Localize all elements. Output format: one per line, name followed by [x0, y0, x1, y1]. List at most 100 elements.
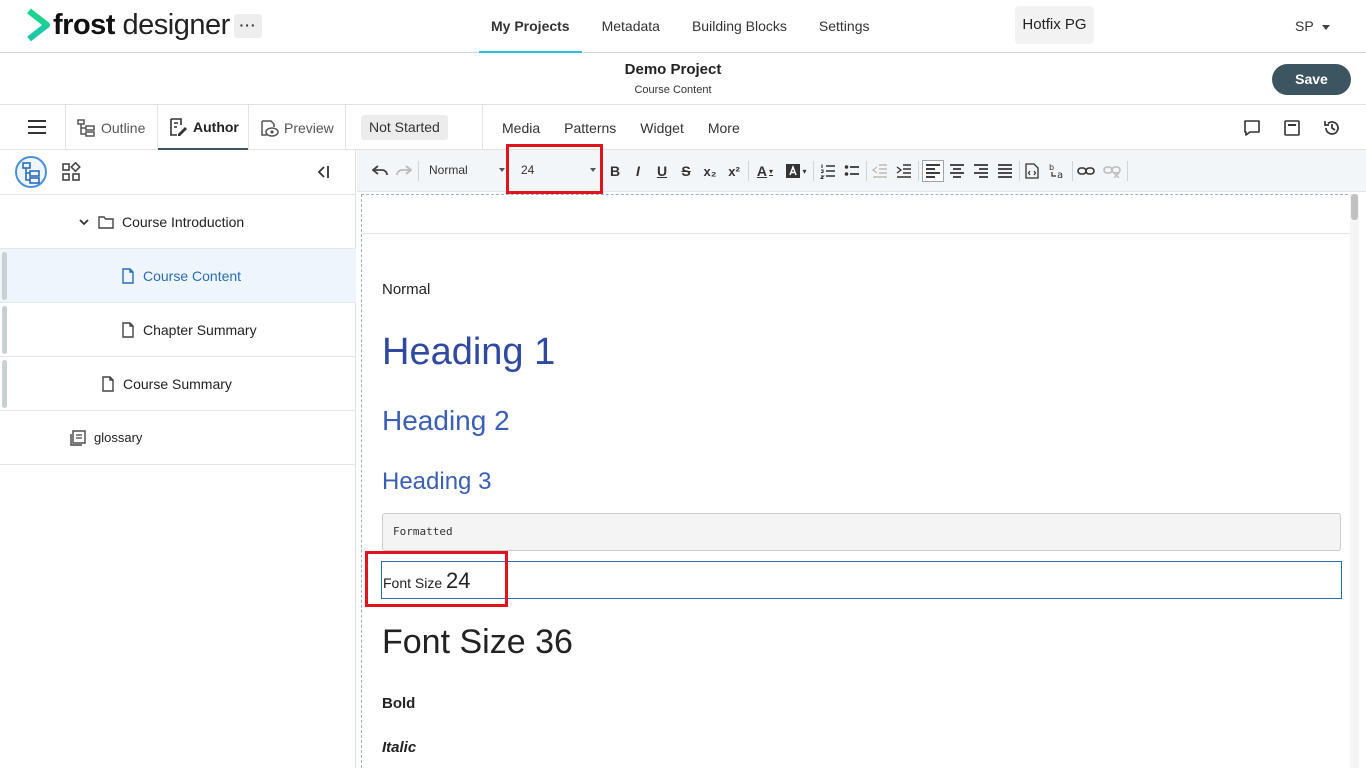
tree-item-glossary[interactable]: glossary — [0, 411, 356, 465]
editor-scrollbar[interactable] — [1350, 194, 1359, 768]
hamburger-menu-icon[interactable] — [28, 120, 46, 134]
blocks-view-icon[interactable] — [61, 161, 81, 182]
mode-bar: Outline Author Preview Not Started Media… — [0, 105, 1366, 150]
background-color-button[interactable]: ▾ — [783, 160, 809, 182]
tree-item-label: Chapter Summary — [143, 321, 257, 338]
paragraph-style-value: Normal — [429, 163, 468, 177]
top-navigation-bar: frost designer ··· My Projects Metadata … — [0, 0, 1366, 53]
nav-building-blocks[interactable]: Building Blocks — [680, 0, 799, 53]
brand-name: frost designer — [53, 9, 230, 41]
workspace-selector[interactable]: Hotfix PG — [1015, 6, 1094, 44]
menu-more[interactable]: More — [696, 105, 752, 150]
left-panel-header — [0, 150, 356, 195]
font-size-24-paragraph[interactable]: Font Size 24 — [381, 561, 1342, 599]
page-icon — [102, 375, 114, 392]
chevron-down-icon[interactable] — [78, 216, 90, 228]
nav-my-projects[interactable]: My Projects — [479, 0, 582, 53]
menu-widget[interactable]: Widget — [628, 105, 696, 150]
save-button[interactable]: Save — [1272, 64, 1351, 95]
highlight-color-icon — [786, 164, 801, 178]
comment-icon[interactable] — [1242, 118, 1262, 138]
divider — [65, 105, 66, 150]
more-options-button[interactable]: ··· — [234, 14, 262, 38]
strikethrough-button[interactable]: S — [678, 160, 694, 182]
numbered-list-icon[interactable] — [819, 160, 837, 182]
scrollbar-thumb[interactable] — [1351, 194, 1358, 220]
tree-item-label: Course Content — [143, 267, 242, 284]
tree-item-label: glossary — [94, 430, 143, 445]
toolbar-divider — [918, 161, 919, 181]
edit-document-icon — [170, 117, 187, 136]
unlink-icon[interactable] — [1102, 160, 1122, 182]
divider — [345, 105, 346, 150]
tree-item-chapter-summary[interactable]: Chapter Summary — [0, 303, 356, 357]
formatted-block[interactable]: Formatted — [382, 513, 1341, 551]
align-center-icon[interactable] — [948, 160, 966, 182]
tab-author[interactable]: Author — [158, 105, 248, 150]
font-color-button[interactable]: A ▾ — [753, 160, 777, 182]
tab-preview-label: Preview — [284, 119, 334, 136]
drag-handle[interactable] — [2, 306, 7, 354]
align-right-icon[interactable] — [972, 160, 990, 182]
toolbar-divider — [748, 161, 749, 181]
user-menu[interactable]: SP — [1295, 18, 1330, 34]
highlight-box-font-size-text — [365, 551, 508, 607]
undo-icon[interactable] — [371, 160, 389, 182]
toolbar-divider — [866, 161, 867, 181]
notes-panel-icon[interactable] — [1282, 118, 1302, 138]
frost-designer-logo[interactable]: frost designer — [27, 6, 230, 44]
subscript-button[interactable]: x₂ — [701, 160, 719, 182]
chevron-logo-icon — [27, 9, 50, 41]
tab-preview[interactable]: Preview — [259, 105, 334, 150]
source-code-icon[interactable] — [1023, 160, 1041, 182]
font-size-36-paragraph[interactable]: Font Size 36 — [382, 623, 573, 662]
tree-view-button[interactable] — [15, 156, 47, 188]
project-subtitle: Course Content — [634, 84, 712, 96]
heading-3[interactable]: Heading 3 — [382, 468, 491, 496]
heading-1[interactable]: Heading 1 — [382, 331, 555, 374]
language-icon[interactable]: ba — [1047, 160, 1067, 182]
collapse-panel-icon[interactable] — [314, 163, 332, 181]
bold-paragraph[interactable]: Bold — [382, 695, 415, 712]
italic-paragraph[interactable]: Italic — [382, 739, 416, 756]
drag-handle[interactable] — [2, 360, 7, 408]
heading-2[interactable]: Heading 2 — [382, 405, 510, 437]
page-icon — [122, 267, 134, 284]
paragraph-style-select[interactable]: Normal — [423, 158, 507, 182]
drag-handle[interactable] — [2, 252, 7, 300]
normal-paragraph[interactable]: Normal — [382, 281, 430, 298]
italic-button[interactable]: I — [630, 160, 646, 182]
svg-text:a: a — [1057, 170, 1063, 180]
caret-down-icon — [1321, 24, 1330, 30]
align-left-icon[interactable] — [922, 160, 944, 182]
toolbar-divider — [813, 161, 814, 181]
editor-area: Normal 24 B I U S x₂ x² A ▾ ▾ b a Normal… — [357, 144, 1366, 768]
nav-settings[interactable]: Settings — [807, 0, 882, 53]
divider — [248, 105, 249, 150]
right-tools — [1242, 118, 1362, 138]
bold-button[interactable]: B — [607, 160, 623, 182]
tree-item-course-content[interactable]: Course Content — [0, 249, 356, 303]
tree-view-icon — [22, 162, 40, 184]
tree-item-course-summary[interactable]: Course Summary — [0, 357, 356, 411]
tree-item-course-introduction[interactable]: Course Introduction — [0, 195, 356, 249]
superscript-button[interactable]: x² — [725, 160, 743, 182]
history-icon[interactable] — [1322, 118, 1342, 138]
outline-tree-icon — [77, 118, 95, 137]
link-icon[interactable] — [1076, 160, 1096, 182]
increase-indent-icon[interactable] — [895, 160, 913, 182]
bulleted-list-icon[interactable] — [843, 160, 861, 182]
tab-outline[interactable]: Outline — [76, 105, 145, 150]
document-canvas[interactable]: Normal Heading 1 Heading 2 Heading 3 For… — [361, 194, 1353, 768]
decrease-indent-icon[interactable] — [871, 160, 889, 182]
status-badge[interactable]: Not Started — [361, 115, 448, 140]
font-color-icon: A — [756, 163, 768, 179]
justify-icon[interactable] — [996, 160, 1014, 182]
underline-button[interactable]: U — [654, 160, 670, 182]
nav-metadata[interactable]: Metadata — [590, 0, 672, 53]
caret-down-icon — [499, 168, 505, 172]
svg-text:b: b — [1049, 163, 1054, 172]
redo-icon[interactable] — [395, 160, 413, 182]
project-title-bar: Demo Project Course Content Save — [0, 54, 1366, 105]
tab-outline-label: Outline — [101, 119, 146, 136]
